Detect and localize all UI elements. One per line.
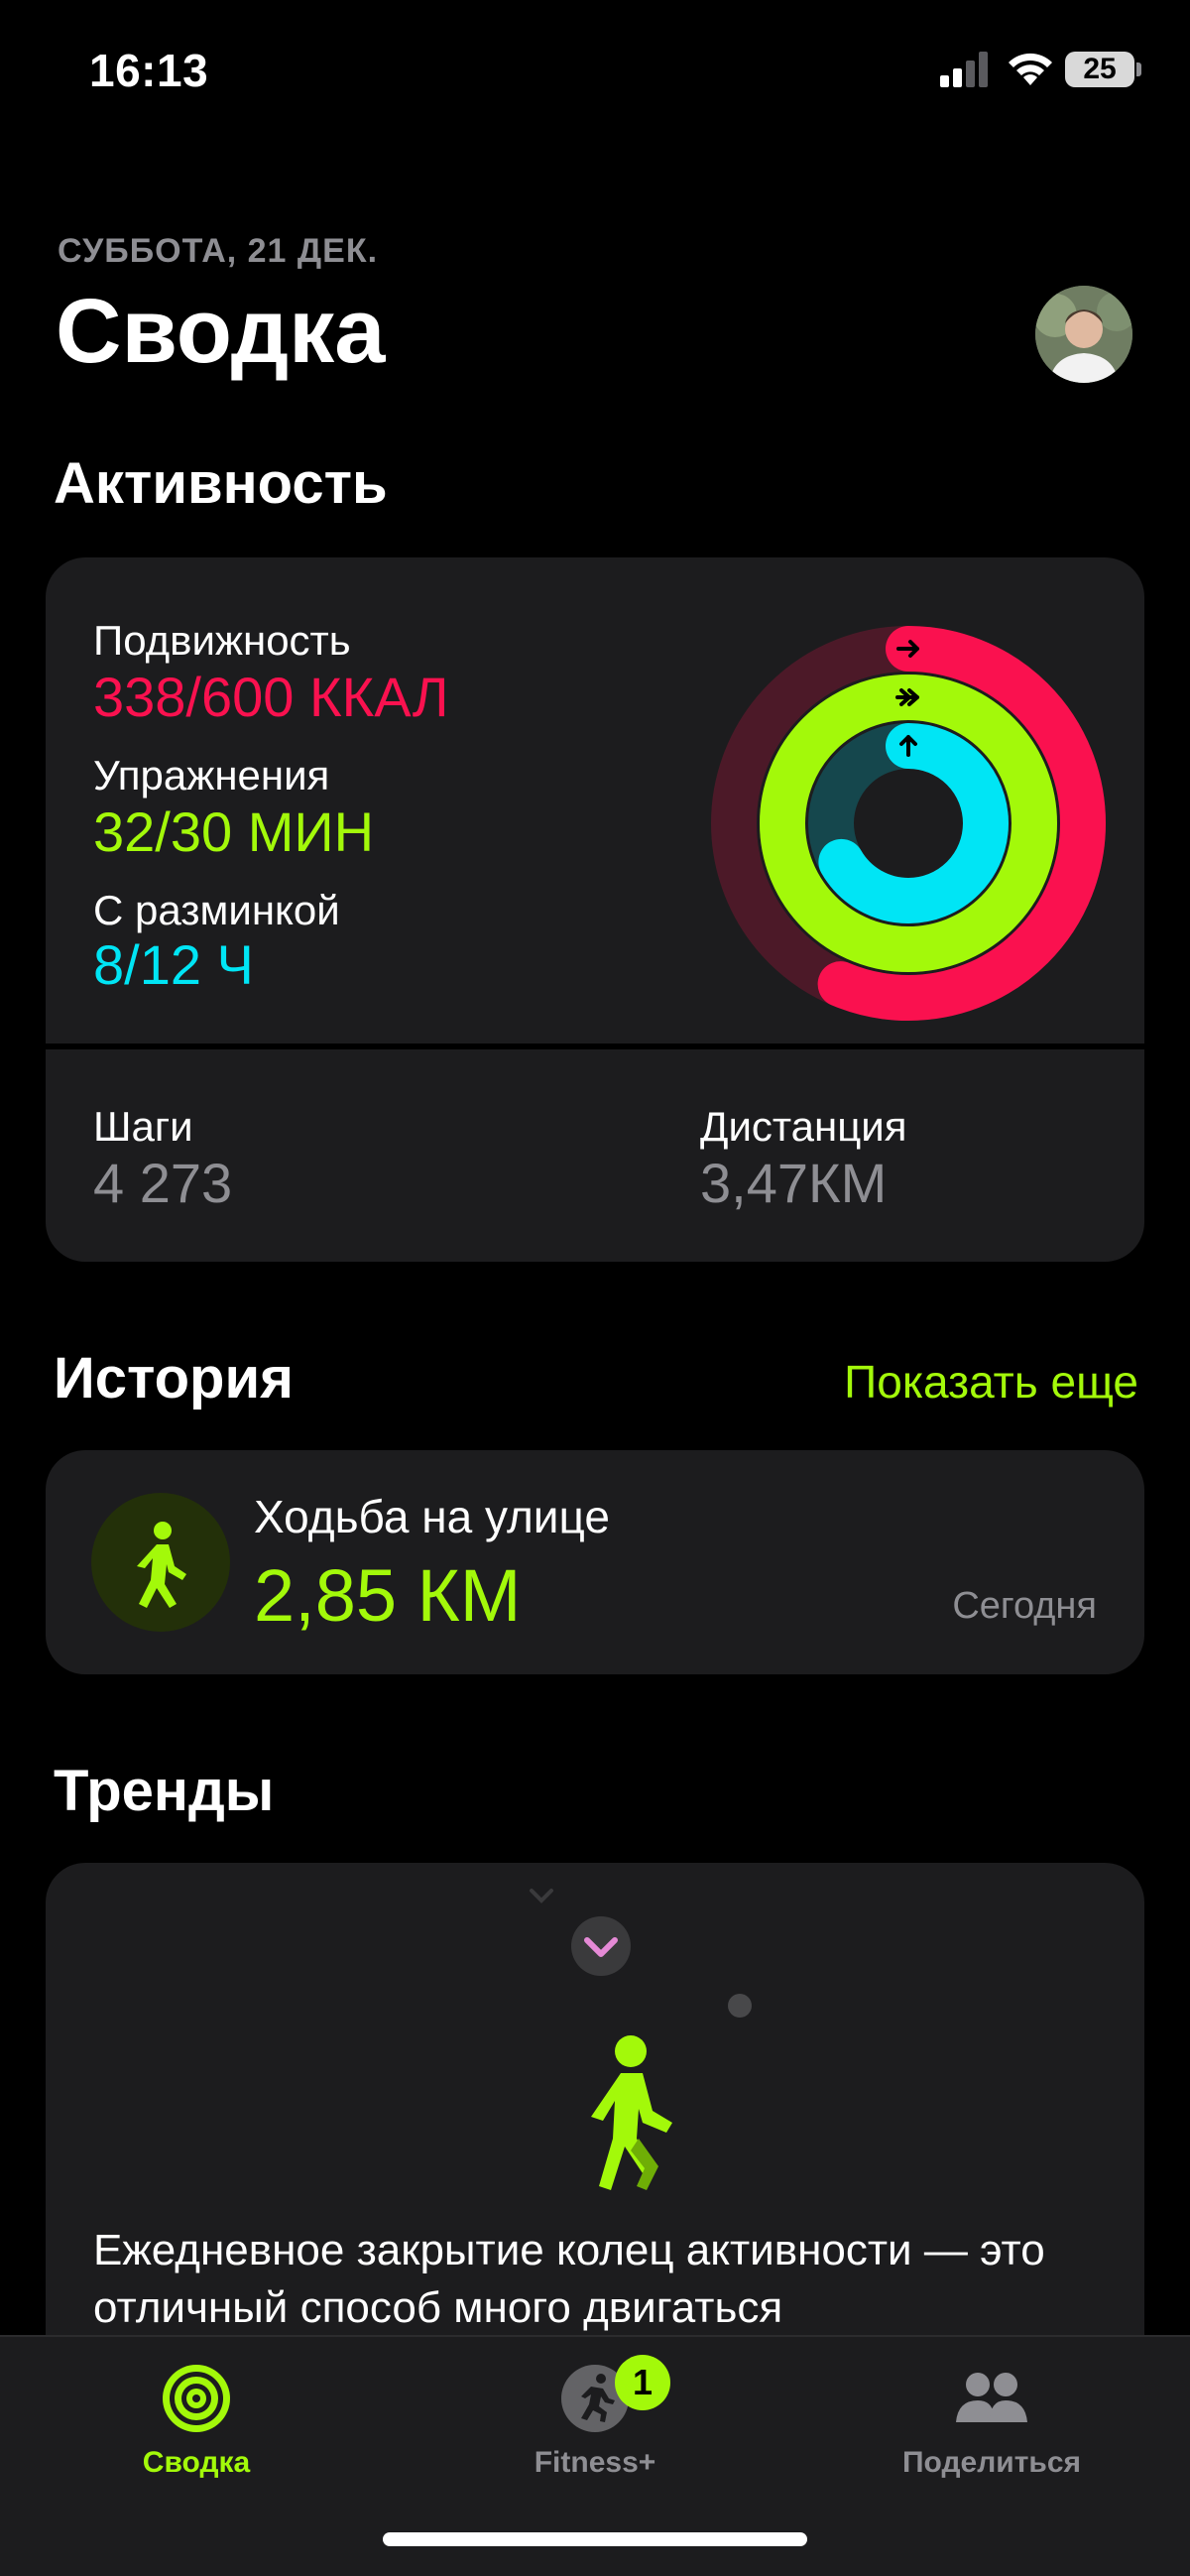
stand-value: 8/12 Ч [93,933,254,996]
status-time: 16:13 [89,45,209,96]
trend-illustration [530,1889,752,2190]
workout-date: Сегодня [952,1585,1097,1627]
tab-summary-label: Сводка [142,2446,251,2479]
workout-distance: 2,85 КМ [254,1554,522,1637]
card-divider [46,1043,1144,1049]
distance-value: 3,47КМ [700,1152,888,1214]
tab-fitness-plus[interactable]: 1 Fitness+ [466,2355,724,2480]
move-label: Подвижность [93,617,351,664]
move-value: 338/600 ККАЛ [93,666,449,728]
people-icon [956,2373,1027,2422]
battery-indicator: 25 [1065,52,1134,87]
tab-summary[interactable]: Сводка [67,2359,325,2480]
activity-rings-icon [163,2365,230,2432]
avatar[interactable] [1035,286,1132,383]
tab-fitness-plus-label: Fitness+ [534,2446,656,2479]
home-indicator [383,2532,807,2546]
activity-section-title: Активность [54,451,388,516]
tab-sharing[interactable]: Поделиться [863,2359,1121,2480]
cellular-signal-icon [940,52,988,87]
distance-label: Дистанция [700,1103,907,1150]
history-section-title: История [54,1346,294,1411]
trends-description: Ежедневное закрытие колец активности — э… [93,2226,1045,2332]
fitness-badge: 1 [615,2355,670,2410]
battery-tip [1136,62,1141,76]
status-bar: 16:13 25 [0,0,1190,149]
date-label: СУББОТА, 21 ДЕК. [58,232,379,270]
page-title: Сводка [56,281,386,382]
workout-history-item[interactable]: Ходьба на улице 2,85 КМ Сегодня [46,1450,1144,1674]
workout-title: Ходьба на улице [254,1491,610,1542]
walking-person-icon [91,1493,230,1632]
activity-card[interactable]: Подвижность 338/600 ККАЛ Упражнения 32/3… [46,557,1144,1262]
activity-rings [711,626,1106,1021]
avatar-photo [1035,286,1132,383]
steps-label: Шаги [93,1103,193,1150]
wifi-icon [1009,53,1052,85]
trends-section-title: Тренды [54,1759,275,1823]
stand-label: С разминкой [93,887,340,933]
steps-value: 4 273 [93,1152,233,1214]
tab-sharing-label: Поделиться [901,2446,1082,2479]
exercise-label: Упражнения [93,752,330,798]
exercise-value: 32/30 МИН [93,800,375,863]
show-more-link[interactable]: Показать еще [844,1355,1138,1409]
